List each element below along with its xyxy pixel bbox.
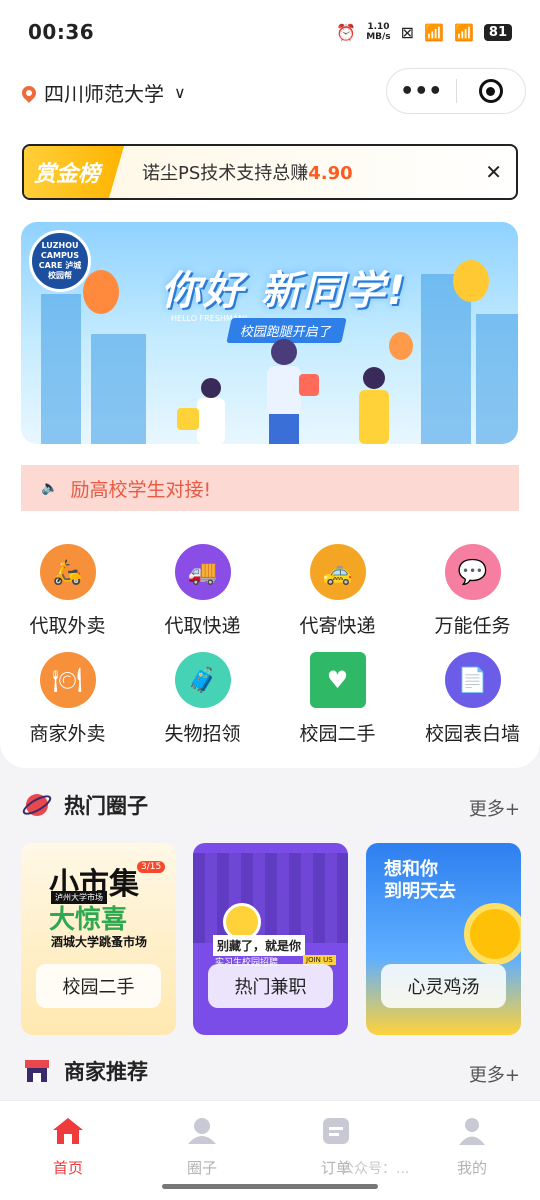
service-send-express[interactable]: 🚕 代寄快递 bbox=[270, 544, 405, 638]
service-label: 代取快递 bbox=[164, 615, 241, 637]
card-art-caption: 酒城大学跳蚤市场 bbox=[51, 935, 148, 949]
balloon-icon bbox=[83, 270, 119, 314]
mini-program-capsule: ••• bbox=[386, 68, 526, 114]
school-name: 四川师范大学 bbox=[44, 82, 164, 106]
balloon-icon bbox=[453, 260, 489, 302]
circle-cards: 小市集 3/15 泸州大学市场 大惊喜 酒城大学跳蚤市场 校园二手 别藏了，就是… bbox=[21, 843, 521, 1035]
service-takeout[interactable]: 🛵 代取外卖 bbox=[0, 544, 135, 638]
planet-icon bbox=[22, 794, 52, 816]
service-any-task[interactable]: 💬 万能任务 bbox=[405, 544, 540, 638]
order-icon bbox=[318, 1115, 354, 1147]
watermark: 公众号：... bbox=[340, 1161, 410, 1177]
location-selector[interactable]: 四川师范大学 ∨ bbox=[19, 78, 186, 107]
note-icon: 📄 bbox=[444, 652, 501, 708]
student-illustration bbox=[359, 367, 389, 444]
network-speed: 1.10 MB/s bbox=[366, 22, 391, 42]
service-label: 校园表白墙 bbox=[424, 723, 520, 745]
sunflower-illustration bbox=[464, 903, 521, 965]
bounty-text: 诺尘PS技术支持总赚4.90 bbox=[142, 163, 353, 184]
wifi-icon: 📶 bbox=[424, 22, 444, 42]
target-icon bbox=[478, 79, 503, 103]
profile-icon bbox=[454, 1115, 490, 1147]
card-art-tag: 3/15 bbox=[137, 861, 166, 873]
student-illustration bbox=[267, 339, 319, 444]
service-pickup-express[interactable]: 🚚 代取快递 bbox=[135, 544, 270, 638]
store-icon bbox=[25, 1060, 49, 1082]
service-label: 万能任务 bbox=[434, 615, 511, 637]
home-indicator[interactable] bbox=[162, 1184, 378, 1189]
nav-label: 首页 bbox=[52, 1159, 83, 1177]
nav-community[interactable]: 圈子 bbox=[162, 1115, 242, 1178]
no-sim-icon: ⊠ bbox=[400, 22, 415, 42]
gift-box-icon: ♥ bbox=[309, 652, 366, 708]
battery-indicator: 81 bbox=[483, 23, 512, 41]
circle-card-second-hand[interactable]: 小市集 3/15 泸州大学市场 大惊喜 酒城大学跳蚤市场 校园二手 bbox=[21, 843, 176, 1035]
section-title: 商家推荐 bbox=[64, 1060, 148, 1084]
community-icon bbox=[184, 1115, 220, 1147]
merchants-header: 商家推荐 bbox=[22, 1056, 148, 1086]
service-label: 代取外卖 bbox=[29, 615, 106, 637]
crowd-illustration bbox=[193, 853, 348, 943]
chevron-down-icon: ∨ bbox=[174, 83, 186, 102]
hot-more-link[interactable]: 更多+ bbox=[469, 795, 520, 821]
signal-icon: 📶 bbox=[453, 22, 474, 42]
status-icons: ⏰ 1.10 MB/s ⊠ 📶 📶 81 bbox=[336, 22, 512, 42]
location-pin-icon bbox=[19, 82, 39, 103]
nav-home[interactable]: 首页 bbox=[28, 1115, 108, 1178]
banner-title: 你好 新同学! bbox=[161, 268, 408, 314]
building-illustration bbox=[91, 334, 146, 444]
nav-profile[interactable]: 我的 bbox=[432, 1115, 512, 1178]
nav-label: 圈子 bbox=[186, 1159, 217, 1177]
balloon-icon bbox=[389, 332, 413, 360]
close-miniprogram-button[interactable] bbox=[457, 79, 526, 103]
clock: 00:36 bbox=[28, 20, 95, 44]
card-label: 心灵鸡汤 bbox=[381, 964, 506, 1008]
card-art-sub: 到明天去 bbox=[384, 881, 456, 902]
bounty-bar[interactable]: 赏金榜 诺尘PS技术支持总赚4.90 ✕ bbox=[22, 144, 518, 200]
merchants-more-link[interactable]: 更多+ bbox=[469, 1061, 520, 1087]
promo-banner[interactable]: LUZHOU CAMPUS CARE 泸城校园帮 你好 新同学! HELLO F… bbox=[21, 222, 518, 444]
circle-card-part-time[interactable]: 别藏了，就是你 实习生校园招聘 JOIN US 热门兼职 bbox=[193, 843, 348, 1035]
building-illustration bbox=[41, 294, 81, 444]
building-illustration bbox=[476, 314, 518, 444]
nav-label: 我的 bbox=[456, 1159, 487, 1177]
campus-logo: LUZHOU CAMPUS CARE 泸城校园帮 bbox=[29, 230, 91, 292]
close-icon[interactable]: ✕ bbox=[485, 160, 502, 184]
service-label: 代寄快递 bbox=[299, 615, 376, 637]
section-title: 热门圈子 bbox=[64, 794, 148, 818]
card-art-title: 别藏了，就是你 bbox=[213, 935, 306, 956]
bounty-amount: 4.90 bbox=[308, 163, 353, 184]
circle-card-inspiration[interactable]: 想和你 到明天去 心灵鸡汤 bbox=[366, 843, 521, 1035]
taxi-icon: 🚕 bbox=[309, 544, 366, 600]
alarm-icon: ⏰ bbox=[336, 22, 357, 42]
notice-text: 励高校学生对接! bbox=[70, 478, 212, 501]
chat-bubble-icon: 💬 bbox=[444, 544, 501, 600]
more-menu-button[interactable]: ••• bbox=[387, 79, 456, 104]
notice-bar[interactable]: 🔈 励高校学生对接! bbox=[21, 465, 519, 511]
service-label: 商家外卖 bbox=[29, 723, 106, 745]
truck-icon: 🚚 bbox=[174, 544, 231, 600]
luggage-icon: 🧳 bbox=[174, 652, 231, 708]
service-lost-found[interactable]: 🧳 失物招领 bbox=[135, 652, 270, 746]
hot-circles-header: 热门圈子 bbox=[22, 790, 148, 820]
status-bar: 00:36 ⏰ 1.10 MB/s ⊠ 📶 📶 81 bbox=[0, 0, 540, 64]
bounty-tag: 赏金榜 bbox=[24, 146, 124, 198]
cloche-icon: 🍽 bbox=[39, 652, 96, 708]
card-label: 热门兼职 bbox=[208, 964, 333, 1008]
service-label: 校园二手 bbox=[299, 723, 376, 745]
service-label: 失物招领 bbox=[164, 723, 241, 745]
home-icon bbox=[50, 1115, 86, 1147]
card-label: 校园二手 bbox=[36, 964, 161, 1008]
service-second-hand[interactable]: ♥ 校园二手 bbox=[270, 652, 405, 746]
service-confession-wall[interactable]: 📄 校园表白墙 bbox=[405, 652, 540, 746]
card-art-sub: 大惊喜 bbox=[49, 905, 128, 935]
more-dots-icon: ••• bbox=[400, 78, 443, 104]
service-merchant-takeout[interactable]: 🍽 商家外卖 bbox=[0, 652, 135, 746]
speaker-icon: 🔈 bbox=[41, 480, 59, 496]
takeout-icon: 🛵 bbox=[39, 544, 96, 600]
